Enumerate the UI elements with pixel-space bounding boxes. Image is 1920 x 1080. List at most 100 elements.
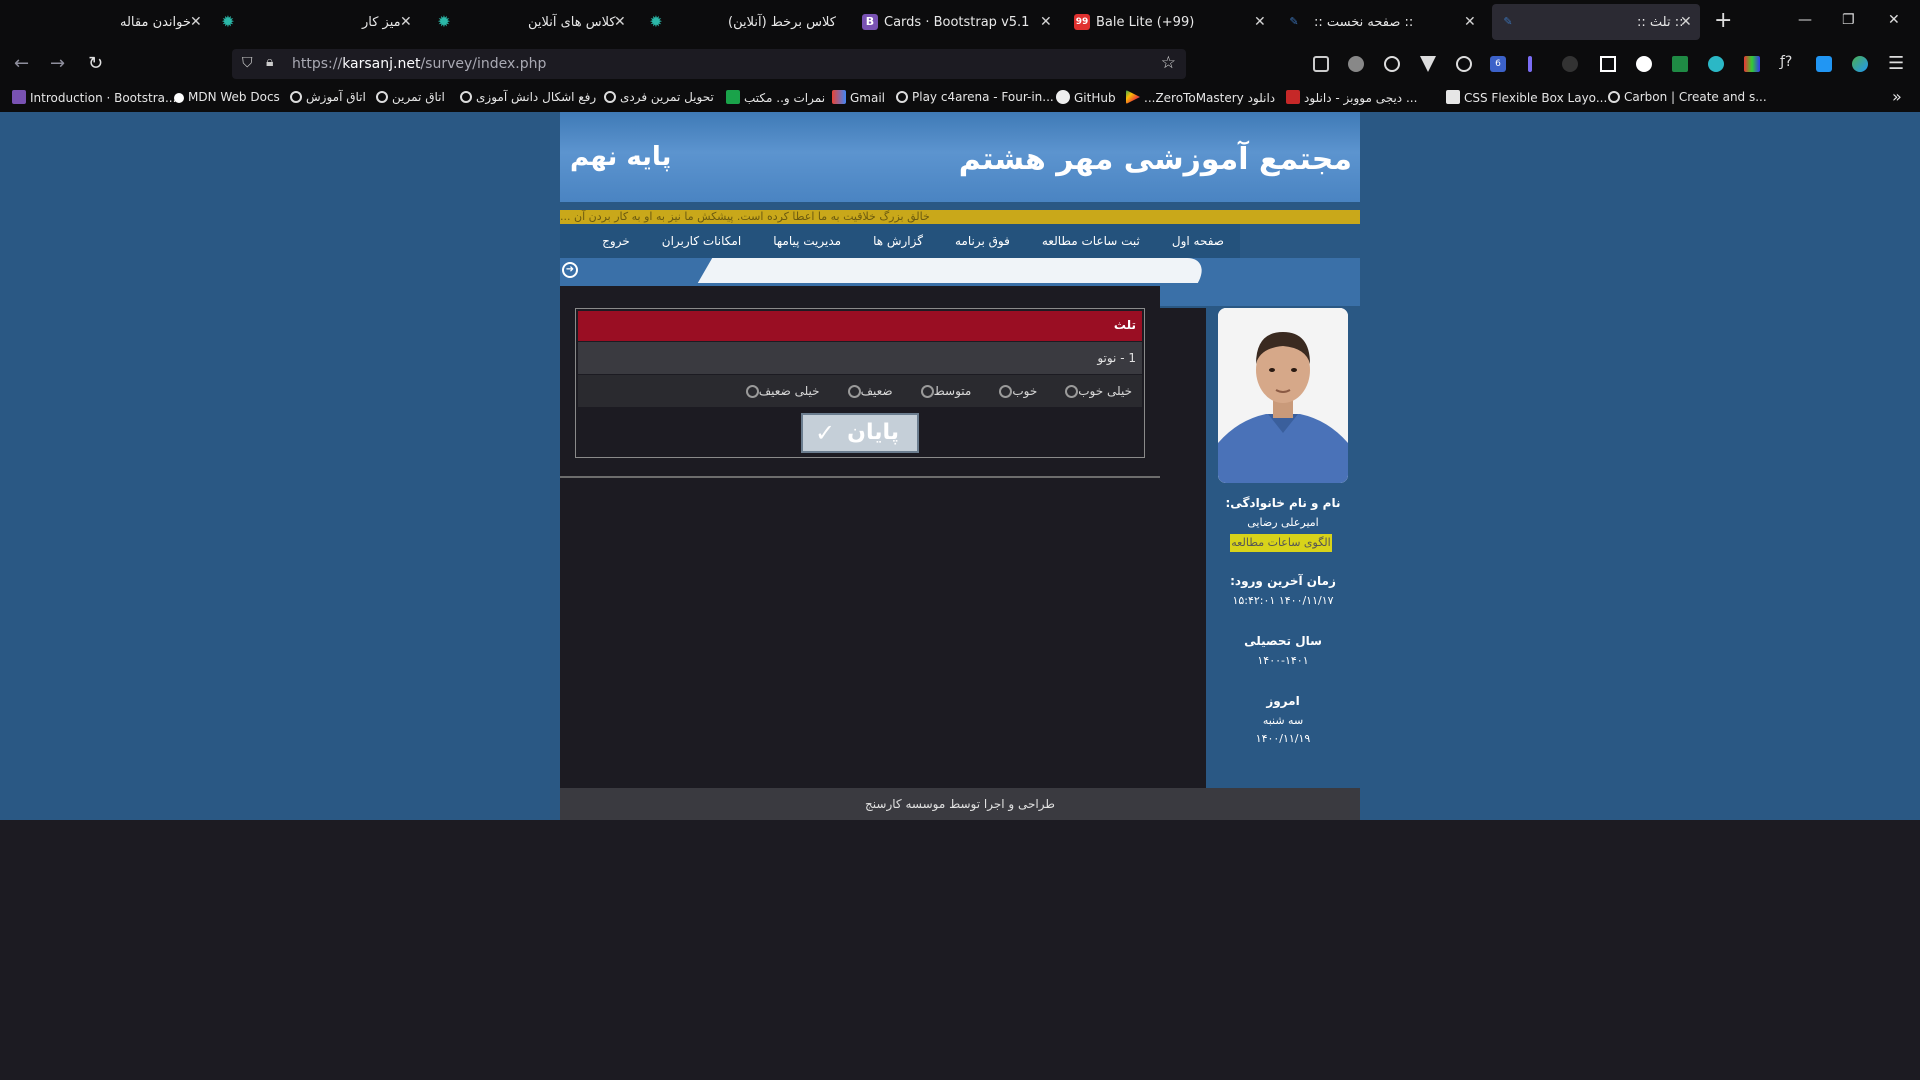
pocket-icon[interactable] <box>1313 56 1329 72</box>
close-icon[interactable]: ✕ <box>190 14 202 30</box>
option-weak[interactable]: ضعیف <box>842 384 893 398</box>
close-icon[interactable]: ✕ <box>1680 14 1692 30</box>
menu-item-logout[interactable]: خروج <box>586 234 646 248</box>
tab-title: کلاس برخط (آنلاین) <box>728 14 836 30</box>
close-icon[interactable]: ✕ <box>400 14 412 30</box>
minimize-icon[interactable]: — <box>1798 12 1812 28</box>
bookmark-item[interactable]: اتاق تمرین <box>376 90 445 104</box>
finish-button[interactable]: ✓ پایان <box>801 413 919 453</box>
new-tab-icon[interactable]: + <box>1714 8 1732 33</box>
reload-icon[interactable]: ↻ <box>88 53 103 74</box>
tab-5[interactable]: B Cards · Bootstrap v5.1 ✕ <box>860 4 1060 40</box>
divider <box>560 476 1160 478</box>
bookmarks-bar: Introduction · Bootstra... MDN Web Docs … <box>0 84 1920 112</box>
window-close-icon[interactable]: ✕ <box>1888 12 1900 28</box>
tab-2[interactable]: ✹ ✕ میز کار <box>220 4 460 40</box>
translate-icon[interactable] <box>1816 56 1832 72</box>
url-text: https://karsanj.net/survey/index.php <box>292 56 547 72</box>
radio-button[interactable] <box>999 384 1013 398</box>
earth-icon[interactable] <box>1852 56 1868 72</box>
site-favicon-icon: ✎ <box>1503 15 1513 28</box>
menu-item-home[interactable]: صفحه اول <box>1156 234 1240 248</box>
tab-6[interactable]: 99 Bale Lite (+99) ✕ <box>1072 4 1272 40</box>
option-average[interactable]: متوسط <box>915 384 971 398</box>
vue-devtools-icon[interactable] <box>1420 56 1436 72</box>
bookmark-item[interactable]: GitHub <box>1056 90 1116 105</box>
bookmark-item[interactable]: Introduction · Bootstra... <box>12 90 176 105</box>
bookmark-item[interactable]: MDN Web Docs <box>174 90 280 104</box>
radio-button[interactable] <box>1065 384 1079 398</box>
option-good[interactable]: خوب <box>993 384 1037 398</box>
function-icon[interactable]: ƒ? <box>1780 54 1796 70</box>
mdn-icon <box>174 93 184 103</box>
teal-ext-icon[interactable] <box>1708 56 1724 72</box>
close-icon[interactable]: ✕ <box>1254 14 1266 30</box>
globe-icon <box>1608 91 1620 103</box>
bookmark-item[interactable]: رفع اشکال دانش آموزی <box>460 90 596 104</box>
react-devtools-icon[interactable] <box>1384 56 1400 72</box>
bookmark-item[interactable]: Play c4arena - Four-in... <box>896 90 1054 104</box>
close-icon[interactable]: ✕ <box>1464 14 1476 30</box>
grammar-icon[interactable] <box>1636 56 1652 72</box>
bookmark-item[interactable]: تحویل تمرین فردی <box>604 90 714 104</box>
radio-button[interactable] <box>920 384 934 398</box>
excel-icon[interactable] <box>1672 56 1688 72</box>
student-photo-icon <box>1218 308 1348 483</box>
browser-nav-bar: ← → ↻ ⛉ 🔒︎ https://karsanj.net/survey/in… <box>0 44 1920 84</box>
extension-grey-icon[interactable] <box>1348 56 1364 72</box>
menu-icon[interactable]: ☰ <box>1888 53 1904 74</box>
bookmark-item[interactable]: Gmail <box>832 90 885 105</box>
bale-icon: 99 <box>1074 14 1090 30</box>
back-icon[interactable]: ← <box>14 53 29 74</box>
bookmark-item[interactable]: Carbon | Create and s... <box>1608 90 1767 104</box>
close-icon[interactable]: ✕ <box>1040 14 1052 30</box>
option-very-good[interactable]: خیلی خوب <box>1059 384 1132 398</box>
menu-item-messages[interactable]: مدیریت پیامها <box>757 234 857 248</box>
site-favicon-icon: ✎ <box>1289 15 1299 28</box>
bookmark-item[interactable]: اتاق آموزش <box>290 90 366 104</box>
bookmark-item[interactable]: دیجی مووبز - دانلود ... <box>1286 90 1417 105</box>
glasses-icon[interactable] <box>1456 56 1472 72</box>
color-picker-icon[interactable] <box>1528 56 1532 72</box>
tab-8-active[interactable]: ✎ :: تلث :: ✕ <box>1492 4 1700 40</box>
url-bar[interactable]: ⛉ 🔒︎ https://karsanj.net/survey/index.ph… <box>232 49 1186 79</box>
study-pattern-link[interactable]: الگوی ساعات مطالعه <box>1230 534 1332 552</box>
tab-7[interactable]: ✎ :: صفحه نخست :: ✕ <box>1284 4 1484 40</box>
menu-item-reports[interactable]: گزارش ها <box>857 234 939 248</box>
option-very-weak[interactable]: خیلی ضعیف <box>740 384 820 398</box>
menu-item-study-hours[interactable]: ثبت ساعات مطالعه <box>1026 234 1156 248</box>
tab-3[interactable]: ✹ ✕ کلاس های آنلاین <box>436 4 676 40</box>
color-grid-icon[interactable] <box>1744 56 1760 72</box>
radio-button[interactable] <box>745 384 759 398</box>
tab-4[interactable]: ✹ کلاس برخط (آنلاین) <box>648 4 848 40</box>
play-icon <box>1126 90 1140 104</box>
student-name: امیرعلی رضایی <box>1247 516 1319 529</box>
lock-icon[interactable]: 🔒︎ <box>266 54 273 70</box>
marquee-banner: خالق بزرگ خلاقیت به ما اعطا کرده است. پی… <box>560 210 1360 224</box>
site-container: مجتمع آموزشی مهر هشتم پایه نهم خالق بزرگ… <box>560 112 1360 820</box>
arrow-right-icon[interactable]: ➜ <box>562 262 578 278</box>
teal-logo-icon: ✹ <box>437 12 451 31</box>
restore-icon[interactable]: ❐ <box>1842 12 1855 28</box>
menu-item-extracurricular[interactable]: فوق برنامه <box>939 234 1026 248</box>
tab-1[interactable]: ✕ خواندن مقاله <box>110 4 210 40</box>
bookmark-star-icon[interactable]: ☆ <box>1161 53 1176 73</box>
extension-dark-icon[interactable] <box>1562 56 1578 72</box>
bookmark-item[interactable]: ...ZeroToMastery دانلود <box>1126 90 1275 105</box>
crop-icon[interactable] <box>1600 56 1616 72</box>
menu-item-user-tools[interactable]: امکانات کاربران <box>646 234 757 248</box>
page-background: مجتمع آموزشی مهر هشتم پایه نهم خالق بزرگ… <box>0 112 1920 820</box>
radio-button[interactable] <box>847 384 861 398</box>
extension-badge-icon[interactable]: 6 <box>1490 56 1506 72</box>
bootstrap-icon: B <box>862 14 878 30</box>
bookmark-item[interactable]: CSS Flexible Box Layo... <box>1446 90 1607 105</box>
shield-icon[interactable]: ⛉ <box>242 55 253 71</box>
bookmark-item[interactable]: نمرات و.. مکتب <box>726 90 825 105</box>
today-weekday: سه شنبه <box>1262 714 1304 727</box>
teal-logo-icon: ✹ <box>649 12 663 31</box>
empty-viewport-area <box>0 820 1920 1080</box>
more-bookmarks-icon[interactable]: » <box>1892 87 1902 106</box>
bootstrap-icon <box>12 90 26 104</box>
avatar <box>1218 308 1348 483</box>
forward-icon[interactable]: → <box>50 53 65 74</box>
